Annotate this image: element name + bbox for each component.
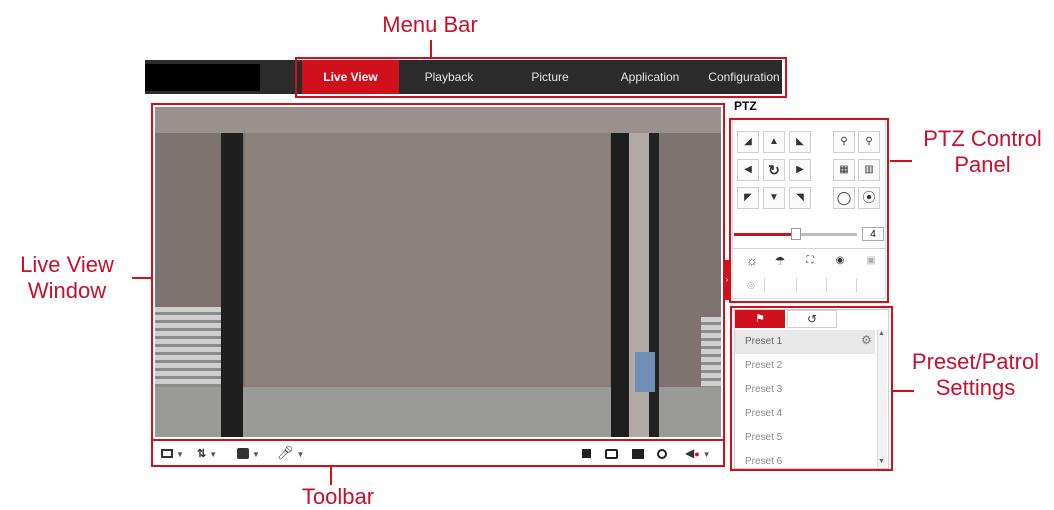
live-view-callout-line xyxy=(132,277,152,279)
live-view-window-highlight xyxy=(151,103,725,441)
logo xyxy=(145,64,260,91)
toolbar-highlight xyxy=(151,439,725,467)
preset-patrol-callout: Preset/Patrol Settings xyxy=(897,349,1054,401)
ptz-panel-highlight xyxy=(729,118,889,303)
preset-callout-line xyxy=(892,390,914,392)
ptz-control-panel-callout: PTZ Control Panel xyxy=(910,126,1054,178)
callout-line-2: Settings xyxy=(935,375,1016,400)
menu-bar-callout-line xyxy=(430,40,432,58)
callout-line-2: Panel xyxy=(954,152,1011,177)
callout-line-2: Window xyxy=(27,278,107,303)
callout-line-1: Preset/Patrol xyxy=(911,349,1040,374)
ptz-callout-line xyxy=(890,160,912,162)
callout-line-1: PTZ Control xyxy=(923,126,1042,151)
ptz-title: PTZ xyxy=(734,99,757,113)
callout-line-1: Live View xyxy=(20,252,114,277)
menu-bar-highlight xyxy=(295,57,787,98)
toolbar-callout: Toolbar xyxy=(301,484,375,509)
toolbar-callout-line xyxy=(330,467,332,485)
live-view-window-callout: Live View Window xyxy=(2,252,132,304)
menu-bar-callout: Menu Bar xyxy=(382,12,478,37)
preset-panel-highlight xyxy=(730,306,893,471)
